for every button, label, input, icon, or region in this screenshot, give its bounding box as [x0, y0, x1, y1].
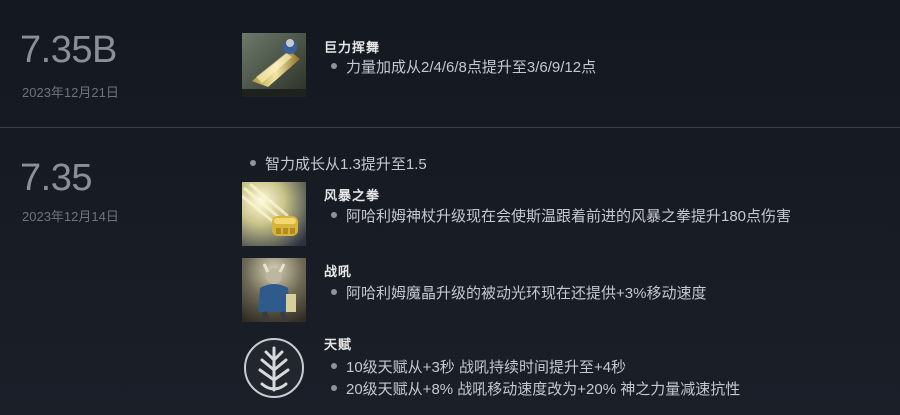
change-note: 阿哈利姆神杖升级现在会使斯温跟着前进的风暴之拳提升180点伤害: [331, 205, 791, 226]
patch-version: 7.35B: [20, 29, 117, 71]
storm-fist-icon: [242, 182, 306, 246]
change-text: 力量加成从2/4/6/8点提升至3/6/9/12点: [346, 59, 597, 76]
bullet-dot: [331, 385, 337, 392]
change-text: 20级天赋从+8% 战吼移动速度改为+20% 神之力量减速抗性: [346, 381, 741, 398]
ability-title: 天赋: [324, 338, 353, 353]
change-text: 10级天赋从+3秒 战吼持续时间提升至+4秒: [346, 359, 627, 376]
bullet-dot: [331, 363, 337, 370]
bullet-dot: [331, 212, 337, 219]
patch-date: 2023年12月21日: [22, 85, 119, 100]
ability-title: 风暴之拳: [324, 189, 381, 204]
bullet-dot: [331, 63, 337, 70]
change-text: 阿哈利姆魔晶升级的被动光环现在还提供+3%移动速度: [346, 285, 707, 302]
patch-divider: [0, 127, 900, 128]
change-note: 20级天赋从+8% 战吼移动速度改为+20% 神之力量减速抗性: [331, 378, 740, 399]
change-note: 阿哈利姆魔晶升级的被动光环现在还提供+3%移动速度: [331, 282, 706, 303]
bullet-dot: [331, 289, 337, 296]
enchanted-axe-icon: [242, 33, 306, 97]
ability-title: 战吼: [324, 265, 353, 280]
change-note: 10级天赋从+3秒 战吼持续时间提升至+4秒: [331, 356, 626, 377]
change-note: 力量加成从2/4/6/8点提升至3/6/9/12点: [331, 56, 596, 77]
ability-title: 巨力挥舞: [324, 41, 381, 56]
change-text: 阿哈利姆神杖升级现在会使斯温跟着前进的风暴之拳提升180点伤害: [346, 208, 792, 225]
warcry-icon: [242, 258, 306, 322]
patch-version: 7.35: [20, 157, 92, 199]
change-text: 智力成长从1.3提升至1.5: [265, 156, 427, 173]
talent-tree-icon: [242, 336, 306, 400]
bullet-dot: [250, 160, 256, 167]
general-change-note: 智力成长从1.3提升至1.5: [250, 153, 427, 174]
patch-date: 2023年12月14日: [22, 209, 119, 224]
